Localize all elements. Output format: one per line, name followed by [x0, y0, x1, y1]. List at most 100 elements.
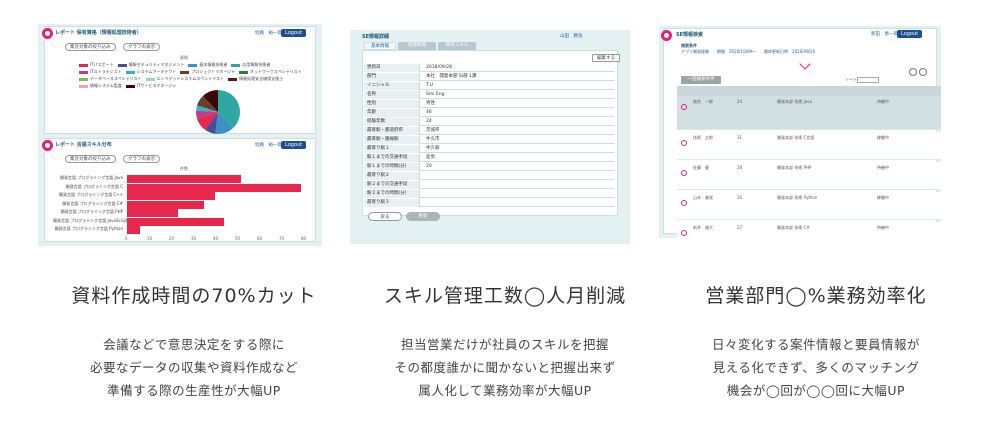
- legend-row: ITパスポート 情報セキュリティマネジメント 基本情報技術者 応用情報技術者: [75, 62, 270, 68]
- legend-swatch: [125, 84, 135, 88]
- logout-button[interactable]: Logout: [897, 30, 923, 38]
- feature-column-sales: SE情報検索 新田 恵一郎 Logout 検索条件 アプリ開発経験 期間 202…: [656, 0, 976, 432]
- select-icon[interactable]: [681, 200, 687, 206]
- detail-key: 性別: [364, 100, 420, 108]
- legend-row: ITストラテジスト システムアーキテクト プロジェクトマネージャ ネットワークスペシャ…: [75, 69, 302, 75]
- bar-mark: [127, 192, 215, 200]
- update-button[interactable]: 更新: [406, 212, 440, 221]
- detail-row: 駅２までの時間(分): [364, 190, 614, 198]
- result-status: 待機中: [877, 165, 889, 170]
- detail-value: 2018/09/28: [426, 65, 452, 70]
- detail-key: 最寄り駅２: [364, 172, 420, 180]
- result-name: 山本 美咲: [693, 195, 713, 200]
- language-skill-panel: レポート 言語スキル分布 佐藤 裕一郎 Logout 集計対象の絞り込み グラフ…: [42, 138, 316, 242]
- detail-value: 24: [426, 119, 432, 124]
- graph-display-button[interactable]: グラフの表示: [123, 155, 160, 163]
- search-condition-text: アプリ開発経験 期間 2020/10/09〜 最終更新日時 2020/09/20: [681, 49, 816, 54]
- legend-label: ITパスポート: [90, 62, 114, 67]
- result-status: 待機中: [877, 99, 889, 104]
- description-line: 必要なデータの収集や資料作成など: [89, 360, 298, 375]
- link-icon[interactable]: [909, 68, 917, 76]
- legend-label: 情報セキュリティマネジメント: [128, 62, 185, 67]
- bar-label: 開発言語 プログラミング言語 C#: [62, 200, 123, 206]
- feature-column-report: レポート 保有資格（情報処理技術者） 佐藤 裕一郎 Logout 集計対象の絞り…: [34, 0, 354, 432]
- legend-label: プロジェクトマネージャ: [191, 69, 235, 74]
- legend-swatch: [79, 77, 88, 81]
- legend-row: データベーススペシャリスト エンベデッドシステムスペシャリスト 情報処理安全確保支援…: [75, 76, 283, 82]
- axis-tick-label: 0: [125, 236, 128, 241]
- legend-label: ネットワークスペシャリスト: [250, 69, 302, 74]
- result-row[interactable]: 総合 一郎 24 開発本部 技術 Java 待機中: [677, 96, 941, 130]
- result-row[interactable]: 山本 美咲 35 開発本部 技術 Python 稼働中: [677, 192, 941, 220]
- result-header: [677, 86, 941, 96]
- result-row[interactable]: 新井 雄大 27 開発本部 技術 C# 待機中: [677, 222, 941, 238]
- feature-description: 日々変化する案件情報と要員情報が 見える化できず、多くのマッチング 機会が◯回が…: [656, 333, 976, 402]
- screen-title: SE情報詳細: [362, 34, 390, 40]
- graph-display-button[interactable]: グラフの表示: [123, 43, 160, 51]
- detail-key: 駅１までの時間(分): [364, 163, 420, 171]
- detail-key: 最寄駅・路線駅: [364, 136, 420, 144]
- detail-row: 駅１までの交通手段 徒歩: [364, 154, 614, 162]
- app-logo-icon: [42, 140, 53, 151]
- user-name: 山田 勝浩: [560, 34, 583, 39]
- detail-value: 茨城県: [426, 128, 440, 133]
- description-line: 担当営業だけが社員のスキルを把握: [400, 337, 609, 352]
- legend-label: 情報システム監査: [90, 83, 122, 88]
- detail-key: イニシャル: [364, 82, 420, 90]
- select-icon[interactable]: [681, 140, 687, 146]
- legend-label: ITストラテジスト: [90, 69, 122, 74]
- detail-row: 経験年数 24: [364, 118, 614, 126]
- print-icon[interactable]: [919, 68, 927, 76]
- detail-key: 名称: [364, 91, 420, 99]
- select-icon[interactable]: [681, 104, 687, 110]
- description-line: その都度誰かに聞かないと把握出来ず: [394, 360, 616, 375]
- panel-title: レポート 言語スキル分布: [55, 142, 112, 148]
- description-line: 会議などで意思決定をする際に: [103, 337, 285, 352]
- legend-swatch: [145, 77, 155, 81]
- detail-key: 駅２までの時間(分): [364, 190, 420, 198]
- result-age: 27: [737, 225, 743, 230]
- tab-career-info[interactable]: 経歴情報: [398, 42, 436, 50]
- edit-button[interactable]: 編集する: [592, 54, 620, 62]
- back-button[interactable]: 戻る: [368, 212, 402, 221]
- detail-key: 駅２までの交通手段: [364, 181, 420, 189]
- select-icon[interactable]: [681, 230, 687, 236]
- bar-label: 開発言語 プログラミング言語 JavaScript: [53, 217, 128, 223]
- bar-mark: [127, 183, 301, 192]
- result-status: 待機中: [877, 225, 889, 230]
- result-status: 稼働中: [877, 195, 889, 200]
- detail-value: 本社 開発本部 SI部 1課: [426, 74, 477, 79]
- bar-mark: [127, 226, 141, 234]
- bar-mark: [127, 217, 224, 226]
- bar-label: 開発言語 プログラミング言語 Python: [54, 226, 123, 231]
- bulk-search-button[interactable]: 一括検索条件: [681, 76, 721, 84]
- detail-key: 駅１までの交通手段: [364, 154, 420, 162]
- detail-key: 更新日: [364, 64, 420, 72]
- legend-swatch: [79, 63, 88, 67]
- app-logo-icon: [42, 28, 53, 39]
- logout-button[interactable]: Logout: [281, 29, 307, 37]
- detail-row: 最寄駅・路線駅 牛久市: [364, 136, 614, 144]
- sort-label: ソート: [845, 77, 857, 82]
- sort-select[interactable]: [857, 77, 879, 83]
- legend-swatch: [228, 77, 238, 81]
- detail-row: イニシャル T.U: [364, 82, 614, 90]
- axis-tick-label: 10: [147, 236, 153, 241]
- legend-swatch: [180, 70, 190, 74]
- logout-button[interactable]: Logout: [281, 141, 307, 149]
- tab-basic-info[interactable]: 基本情報: [364, 42, 396, 50]
- detail-key: 最寄駅・都道府県: [364, 127, 420, 135]
- result-row[interactable]: 技術 太郎 31 開発本部 技術 C言語 稼働中: [677, 132, 941, 160]
- detail-key: 経験年数: [364, 118, 420, 126]
- detail-key: 部門: [364, 73, 420, 81]
- result-dept: 開発本部 技術 Python: [777, 195, 818, 200]
- aggregate-filter-button[interactable]: 集計対象の絞り込み: [65, 43, 116, 51]
- user-name: 佐藤 裕一郎: [255, 143, 282, 148]
- aggregate-filter-button[interactable]: 集計対象の絞り込み: [65, 155, 116, 163]
- result-age: 28: [737, 165, 743, 170]
- result-row[interactable]: 佐藤 健 28 開発本部 技術 PHP 待機中: [677, 162, 941, 190]
- tab-skills[interactable]: 保有スキル: [438, 42, 476, 50]
- feature-section: レポート 保有資格（情報処理技術者） 佐藤 裕一郎 Logout 集計対象の絞り…: [0, 0, 1000, 432]
- bar-label: 開発言語 プログラミング言語 C: [65, 183, 123, 189]
- select-icon[interactable]: [681, 170, 687, 176]
